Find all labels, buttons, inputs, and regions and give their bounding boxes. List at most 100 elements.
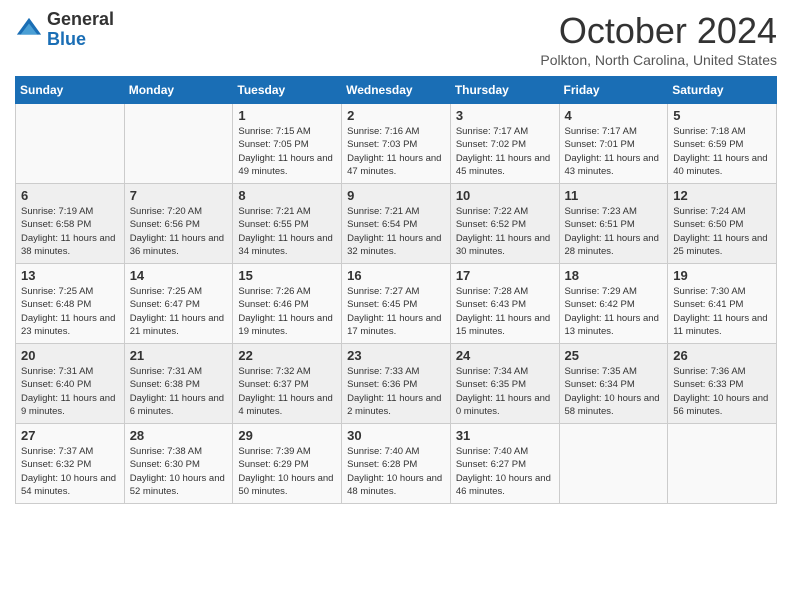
- day-number: 26: [673, 348, 771, 363]
- calendar-cell: [16, 104, 125, 184]
- header-cell-friday: Friday: [559, 77, 668, 104]
- header-cell-thursday: Thursday: [450, 77, 559, 104]
- calendar-cell: 11Sunrise: 7:23 AM Sunset: 6:51 PM Dayli…: [559, 184, 668, 264]
- day-number: 28: [130, 428, 228, 443]
- calendar-cell: 7 Sunrise: 7:20 AM Sunset: 6:56 PM Daylig…: [124, 184, 233, 264]
- day-info: Sunrise: 7:33 AM Sunset: 6:36 PM Dayligh…: [347, 365, 445, 418]
- day-number: 10: [456, 188, 554, 203]
- day-number: 17: [456, 268, 554, 283]
- day-info: Sunrise: 7:37 AM Sunset: 6:32 PM Dayligh…: [21, 445, 119, 498]
- week-row-5: 27 Sunrise: 7:37 AM Sunset: 6:32 PM Dayli…: [16, 424, 777, 504]
- day-number: 16: [347, 268, 445, 283]
- day-number: 22: [238, 348, 336, 363]
- day-number: 14: [130, 268, 228, 283]
- day-number: 29: [238, 428, 336, 443]
- calendar-cell: 4 Sunrise: 7:17 AM Sunset: 7:01 PM Daylig…: [559, 104, 668, 184]
- calendar-cell: [124, 104, 233, 184]
- day-number: 21: [130, 348, 228, 363]
- day-info: Sunrise: 7:40 AM Sunset: 6:27 PM Dayligh…: [456, 445, 554, 498]
- logo-blue: Blue: [47, 29, 86, 49]
- calendar-cell: 21 Sunrise: 7:31 AM Sunset: 6:38 PM Dayli…: [124, 344, 233, 424]
- day-info: Sunrise: 7:30 AM Sunset: 6:41 PM Dayligh…: [673, 285, 771, 338]
- calendar-cell: 20Sunrise: 7:31 AM Sunset: 6:40 PM Dayli…: [16, 344, 125, 424]
- calendar-cell: 9 Sunrise: 7:21 AM Sunset: 6:54 PM Daylig…: [342, 184, 451, 264]
- header-cell-saturday: Saturday: [668, 77, 777, 104]
- day-number: 15: [238, 268, 336, 283]
- day-number: 1: [238, 108, 336, 123]
- day-info: Sunrise: 7:25 AM Sunset: 6:47 PM Dayligh…: [130, 285, 228, 338]
- day-number: 23: [347, 348, 445, 363]
- calendar-cell: 16 Sunrise: 7:27 AM Sunset: 6:45 PM Dayli…: [342, 264, 451, 344]
- calendar-cell: 14 Sunrise: 7:25 AM Sunset: 6:47 PM Dayli…: [124, 264, 233, 344]
- location: Polkton, North Carolina, United States: [540, 52, 777, 68]
- calendar-cell: 13Sunrise: 7:25 AM Sunset: 6:48 PM Dayli…: [16, 264, 125, 344]
- calendar-cell: 30 Sunrise: 7:40 AM Sunset: 6:28 PM Dayli…: [342, 424, 451, 504]
- day-number: 18: [565, 268, 663, 283]
- day-number: 30: [347, 428, 445, 443]
- day-info: Sunrise: 7:22 AM Sunset: 6:52 PM Dayligh…: [456, 205, 554, 258]
- page-header: General Blue October 2024 Polkton, North…: [15, 10, 777, 68]
- day-info: Sunrise: 7:18 AM Sunset: 6:59 PM Dayligh…: [673, 125, 771, 178]
- day-info: Sunrise: 7:31 AM Sunset: 6:38 PM Dayligh…: [130, 365, 228, 418]
- day-number: 24: [456, 348, 554, 363]
- day-info: Sunrise: 7:20 AM Sunset: 6:56 PM Dayligh…: [130, 205, 228, 258]
- calendar-cell: 25Sunrise: 7:35 AM Sunset: 6:34 PM Dayli…: [559, 344, 668, 424]
- title-section: October 2024 Polkton, North Carolina, Un…: [540, 10, 777, 68]
- day-info: Sunrise: 7:28 AM Sunset: 6:43 PM Dayligh…: [456, 285, 554, 338]
- day-info: Sunrise: 7:36 AM Sunset: 6:33 PM Dayligh…: [673, 365, 771, 418]
- calendar-cell: 31 Sunrise: 7:40 AM Sunset: 6:27 PM Dayli…: [450, 424, 559, 504]
- calendar-cell: 28 Sunrise: 7:38 AM Sunset: 6:30 PM Dayli…: [124, 424, 233, 504]
- calendar-cell: 17 Sunrise: 7:28 AM Sunset: 6:43 PM Dayli…: [450, 264, 559, 344]
- calendar-header: SundayMondayTuesdayWednesdayThursdayFrid…: [16, 77, 777, 104]
- calendar-cell: 27 Sunrise: 7:37 AM Sunset: 6:32 PM Dayli…: [16, 424, 125, 504]
- calendar-cell: 22 Sunrise: 7:32 AM Sunset: 6:37 PM Dayli…: [233, 344, 342, 424]
- week-row-4: 20Sunrise: 7:31 AM Sunset: 6:40 PM Dayli…: [16, 344, 777, 424]
- calendar-cell: 5Sunrise: 7:18 AM Sunset: 6:59 PM Daylig…: [668, 104, 777, 184]
- calendar-table: SundayMondayTuesdayWednesdayThursdayFrid…: [15, 76, 777, 504]
- day-number: 7: [130, 188, 228, 203]
- day-info: Sunrise: 7:17 AM Sunset: 7:01 PM Dayligh…: [565, 125, 663, 178]
- calendar-body: 1 Sunrise: 7:15 AM Sunset: 7:05 PM Daylig…: [16, 104, 777, 504]
- day-info: Sunrise: 7:19 AM Sunset: 6:58 PM Dayligh…: [21, 205, 119, 258]
- week-row-3: 13Sunrise: 7:25 AM Sunset: 6:48 PM Dayli…: [16, 264, 777, 344]
- logo-general: General: [47, 9, 114, 29]
- day-info: Sunrise: 7:21 AM Sunset: 6:54 PM Dayligh…: [347, 205, 445, 258]
- calendar-cell: 2 Sunrise: 7:16 AM Sunset: 7:03 PM Daylig…: [342, 104, 451, 184]
- day-number: 31: [456, 428, 554, 443]
- header-cell-wednesday: Wednesday: [342, 77, 451, 104]
- calendar-cell: 12Sunrise: 7:24 AM Sunset: 6:50 PM Dayli…: [668, 184, 777, 264]
- calendar-cell: 3Sunrise: 7:17 AM Sunset: 7:02 PM Daylig…: [450, 104, 559, 184]
- day-number: 9: [347, 188, 445, 203]
- calendar-cell: 15 Sunrise: 7:26 AM Sunset: 6:46 PM Dayli…: [233, 264, 342, 344]
- calendar-cell: 18 Sunrise: 7:29 AM Sunset: 6:42 PM Dayli…: [559, 264, 668, 344]
- day-info: Sunrise: 7:39 AM Sunset: 6:29 PM Dayligh…: [238, 445, 336, 498]
- day-info: Sunrise: 7:40 AM Sunset: 6:28 PM Dayligh…: [347, 445, 445, 498]
- day-info: Sunrise: 7:24 AM Sunset: 6:50 PM Dayligh…: [673, 205, 771, 258]
- calendar-cell: 6 Sunrise: 7:19 AM Sunset: 6:58 PM Daylig…: [16, 184, 125, 264]
- calendar-cell: [668, 424, 777, 504]
- calendar-cell: 24 Sunrise: 7:34 AM Sunset: 6:35 PM Dayli…: [450, 344, 559, 424]
- day-info: Sunrise: 7:17 AM Sunset: 7:02 PM Dayligh…: [456, 125, 554, 178]
- day-info: Sunrise: 7:27 AM Sunset: 6:45 PM Dayligh…: [347, 285, 445, 338]
- day-number: 27: [21, 428, 119, 443]
- day-info: Sunrise: 7:34 AM Sunset: 6:35 PM Dayligh…: [456, 365, 554, 418]
- day-info: Sunrise: 7:21 AM Sunset: 6:55 PM Dayligh…: [238, 205, 336, 258]
- day-info: Sunrise: 7:16 AM Sunset: 7:03 PM Dayligh…: [347, 125, 445, 178]
- week-row-1: 1 Sunrise: 7:15 AM Sunset: 7:05 PM Daylig…: [16, 104, 777, 184]
- day-info: Sunrise: 7:26 AM Sunset: 6:46 PM Dayligh…: [238, 285, 336, 338]
- day-info: Sunrise: 7:38 AM Sunset: 6:30 PM Dayligh…: [130, 445, 228, 498]
- calendar-cell: 1 Sunrise: 7:15 AM Sunset: 7:05 PM Daylig…: [233, 104, 342, 184]
- day-info: Sunrise: 7:32 AM Sunset: 6:37 PM Dayligh…: [238, 365, 336, 418]
- calendar-cell: 23 Sunrise: 7:33 AM Sunset: 6:36 PM Dayli…: [342, 344, 451, 424]
- day-info: Sunrise: 7:35 AM Sunset: 6:34 PM Dayligh…: [565, 365, 663, 418]
- day-number: 6: [21, 188, 119, 203]
- day-info: Sunrise: 7:25 AM Sunset: 6:48 PM Dayligh…: [21, 285, 119, 338]
- calendar-cell: 8Sunrise: 7:21 AM Sunset: 6:55 PM Daylig…: [233, 184, 342, 264]
- calendar-cell: [559, 424, 668, 504]
- header-cell-sunday: Sunday: [16, 77, 125, 104]
- day-number: 2: [347, 108, 445, 123]
- day-info: Sunrise: 7:15 AM Sunset: 7:05 PM Dayligh…: [238, 125, 336, 178]
- logo-text: General Blue: [47, 10, 114, 50]
- day-info: Sunrise: 7:29 AM Sunset: 6:42 PM Dayligh…: [565, 285, 663, 338]
- day-number: 4: [565, 108, 663, 123]
